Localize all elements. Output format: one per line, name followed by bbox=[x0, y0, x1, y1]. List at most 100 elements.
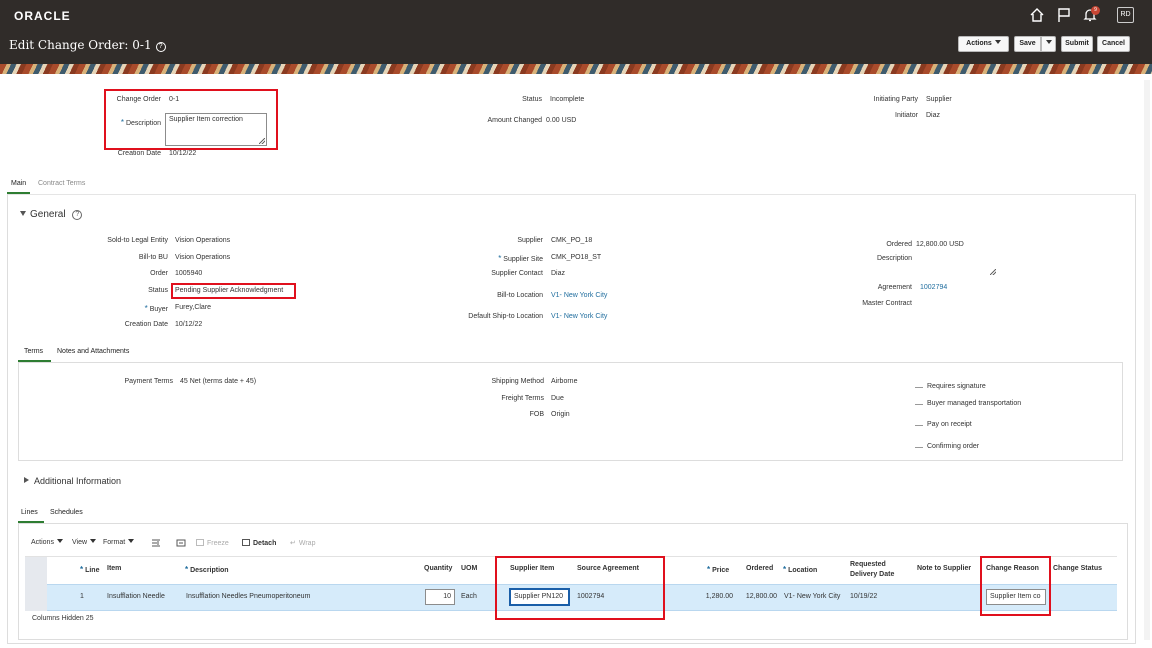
ship-to-label: Default Ship-to Location bbox=[468, 313, 543, 320]
agreement-label: Agreement bbox=[877, 284, 912, 291]
supplier-site-label: * Supplier Site bbox=[440, 254, 543, 263]
requires-signature-label: Requires signature bbox=[927, 383, 986, 390]
cell-location-link[interactable]: V1- New York City bbox=[784, 593, 840, 600]
column-header-ordered[interactable]: Ordered bbox=[746, 565, 773, 572]
master-contract-label: Master Contract bbox=[862, 300, 912, 307]
shipping-method-label: Shipping Method bbox=[491, 378, 544, 385]
resize-handle-icon[interactable] bbox=[990, 269, 996, 275]
bill-to-bu-label: Bill-to BU bbox=[138, 254, 168, 261]
notification-count-badge: 9 bbox=[1091, 6, 1100, 15]
help-icon[interactable]: ? bbox=[155, 42, 166, 52]
user-avatar[interactable]: RD bbox=[1117, 7, 1134, 23]
column-header-line[interactable]: * Line bbox=[80, 565, 99, 574]
tab-lines[interactable]: Lines bbox=[21, 509, 38, 516]
tab-schedules[interactable]: Schedules bbox=[50, 509, 83, 516]
export-icon[interactable] bbox=[176, 538, 186, 548]
cell-line: 1 bbox=[80, 593, 84, 600]
buyer-value: Furey,Clare bbox=[175, 304, 212, 311]
column-header-description[interactable]: * Description bbox=[185, 565, 229, 574]
decorative-banner bbox=[0, 64, 1152, 74]
column-header-note-to-supplier[interactable]: Note to Supplier bbox=[917, 565, 971, 572]
tab-notes-attachments[interactable]: Notes and Attachments bbox=[57, 348, 129, 355]
additional-information-header[interactable]: Additional Information bbox=[24, 476, 121, 486]
freight-terms-value: Due bbox=[551, 395, 564, 402]
global-header: ORACLE Edit Change Order: 0-1? 9 RD Acti… bbox=[0, 0, 1152, 64]
row-selector-column bbox=[25, 557, 47, 611]
required-icon: * bbox=[498, 254, 502, 263]
column-header-price[interactable]: * Price bbox=[707, 565, 729, 574]
agreement-link[interactable]: 1002794 bbox=[920, 284, 947, 291]
general-creation-date-label: Creation Date bbox=[124, 321, 168, 328]
buyer-label: * Buyer bbox=[80, 304, 168, 313]
quantity-input[interactable]: 10 bbox=[425, 589, 455, 605]
column-header-price-text: Price bbox=[712, 567, 730, 574]
save-button[interactable]: Save bbox=[1014, 36, 1041, 52]
tab-terms[interactable]: Terms bbox=[24, 348, 43, 355]
home-icon[interactable] bbox=[1029, 7, 1045, 23]
status-label: Status bbox=[522, 96, 542, 103]
columns-hidden-status: Columns Hidden 25 bbox=[32, 615, 94, 622]
general-description-label: Description bbox=[876, 255, 912, 262]
chevron-down-icon bbox=[56, 539, 63, 543]
lines-format-label: Format bbox=[103, 539, 126, 546]
save-options-button[interactable] bbox=[1041, 36, 1056, 52]
bill-to-location-link[interactable]: V1- New York City bbox=[551, 292, 607, 299]
sold-to-value: Vision Operations bbox=[175, 237, 231, 244]
page-scrollbar[interactable] bbox=[1144, 80, 1150, 640]
general-description-field[interactable] bbox=[916, 251, 996, 275]
supplier-site-value: CMK_PO18_ST bbox=[551, 254, 602, 261]
query-by-example-icon[interactable] bbox=[151, 538, 161, 548]
cell-ordered: 12,800.00 bbox=[745, 593, 777, 600]
detach-button[interactable]: Detach bbox=[242, 539, 276, 547]
collapse-icon bbox=[20, 211, 26, 216]
lines-format-menu[interactable]: Format bbox=[103, 539, 135, 546]
highlight-box-supplier-item bbox=[495, 556, 665, 620]
initiating-party-value: Supplier bbox=[926, 96, 952, 103]
amount-changed-label: Amount Changed bbox=[487, 117, 542, 124]
wrap-button[interactable]: ↵ Wrap bbox=[290, 539, 315, 547]
tab-contract-terms[interactable]: Contract Terms bbox=[38, 180, 85, 187]
ship-to-location-link[interactable]: V1- New York City bbox=[551, 313, 607, 320]
required-icon: * bbox=[185, 565, 189, 574]
creation-date-label: Creation Date bbox=[117, 150, 161, 157]
ordered-value: 12,800.00 USD bbox=[916, 241, 964, 248]
column-header-line-text: Line bbox=[85, 567, 100, 574]
highlight-box-status bbox=[171, 283, 296, 299]
status-value: Incomplete bbox=[550, 96, 585, 103]
column-header-quantity[interactable]: Quantity bbox=[424, 565, 452, 572]
lines-view-menu[interactable]: View bbox=[72, 539, 97, 546]
flag-icon[interactable] bbox=[1056, 7, 1072, 23]
chevron-down-icon bbox=[128, 539, 135, 543]
general-title: General bbox=[30, 209, 66, 220]
lines-actions-menu[interactable]: Actions bbox=[31, 539, 63, 546]
cell-description: Insufflation Needles Pneumoperitoneum bbox=[186, 593, 311, 600]
column-header-requested-delivery-date[interactable]: Requested Delivery Date bbox=[850, 560, 894, 580]
chevron-down-icon bbox=[994, 40, 1001, 44]
freeze-button[interactable]: Freeze bbox=[196, 539, 229, 547]
initiator-label: Initiator bbox=[895, 112, 918, 119]
tab-main[interactable]: Main bbox=[11, 180, 26, 187]
confirming-order-label: Confirming order bbox=[927, 443, 980, 450]
column-header-item[interactable]: Item bbox=[107, 565, 121, 572]
column-header-location-text: Location bbox=[788, 567, 818, 574]
column-header-location[interactable]: * Location bbox=[783, 565, 817, 574]
oracle-logo[interactable]: ORACLE bbox=[14, 9, 71, 23]
check-mark-icon bbox=[915, 425, 923, 426]
initiator-value: Diaz bbox=[926, 112, 941, 119]
cancel-button[interactable]: Cancel bbox=[1097, 36, 1130, 52]
help-icon[interactable]: ? bbox=[72, 210, 83, 220]
chevron-down-icon bbox=[90, 539, 97, 543]
column-header-description-text: Description bbox=[190, 567, 229, 574]
supplier-contact-label: Supplier Contact bbox=[491, 270, 543, 277]
actions-menu-button[interactable]: Actions bbox=[958, 36, 1009, 52]
page-title-text: Edit Change Order: 0-1 bbox=[9, 38, 152, 52]
cell-price: 1,280.00 bbox=[705, 593, 733, 600]
columns-hidden-value: 25 bbox=[85, 615, 94, 622]
submit-button[interactable]: Submit bbox=[1061, 36, 1093, 52]
column-header-uom[interactable]: UOM bbox=[461, 565, 477, 572]
fob-value: Origin bbox=[551, 411, 570, 418]
chevron-down-icon bbox=[1045, 40, 1052, 44]
initiating-party-label: Initiating Party bbox=[873, 96, 918, 103]
column-header-change-status[interactable]: Change Status bbox=[1053, 565, 1102, 572]
general-section-header[interactable]: General ? bbox=[20, 209, 83, 220]
